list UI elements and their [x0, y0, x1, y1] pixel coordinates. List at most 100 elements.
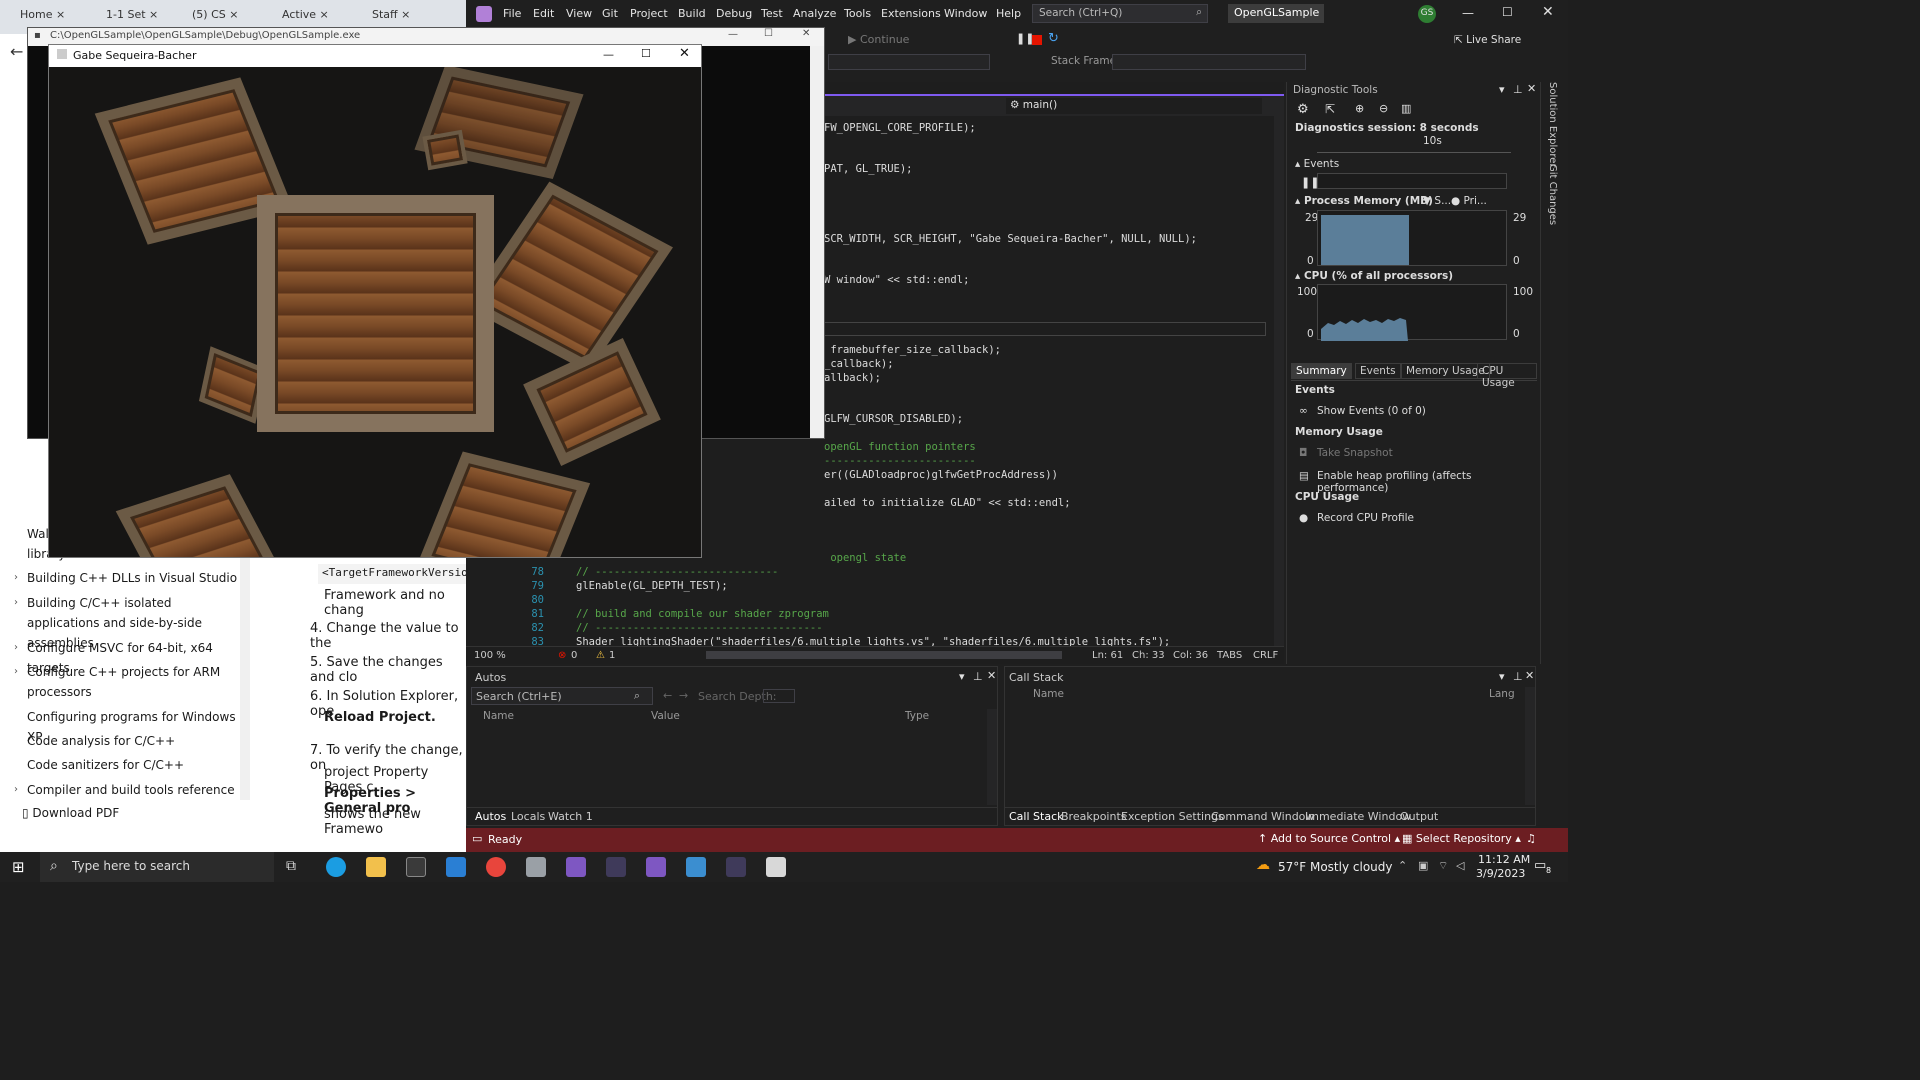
menu-window[interactable]: Window: [944, 7, 987, 20]
menu-tools[interactable]: Tools: [844, 7, 871, 20]
tab-autos[interactable]: Autos: [475, 810, 506, 823]
select-repository-button[interactable]: ▦ Select Repository ▴: [1402, 832, 1521, 845]
column-type[interactable]: Type: [905, 710, 929, 722]
store-icon[interactable]: [406, 857, 426, 877]
console-app-icon-2[interactable]: [726, 857, 746, 877]
user-avatar[interactable]: GS: [1418, 5, 1436, 23]
column-value[interactable]: Value: [651, 710, 680, 722]
code-line[interactable]: ailed to initialize GLAD" << std::endl;: [824, 497, 1071, 511]
code-line[interactable]: allback);: [824, 372, 881, 386]
code-line[interactable]: // -----------------------------: [576, 566, 778, 580]
tab-command-window[interactable]: Command Window: [1211, 810, 1314, 823]
pin-icon[interactable]: ⊥: [1513, 83, 1523, 96]
live-share-button[interactable]: ⇱ Live Share: [1454, 34, 1521, 46]
opengl-render-canvas[interactable]: [49, 67, 701, 557]
mail-icon[interactable]: [446, 857, 466, 877]
photos-icon[interactable]: [686, 857, 706, 877]
close-icon[interactable]: ✕: [1527, 82, 1536, 95]
take-snapshot-button[interactable]: Take Snapshot: [1317, 447, 1393, 459]
zoom-out-icon[interactable]: ⊖: [1379, 102, 1388, 115]
volume-icon[interactable]: ◁: [1456, 859, 1464, 872]
tab-breakpoints[interactable]: Breakpoints: [1061, 810, 1127, 823]
show-events-link[interactable]: Show Events (0 of 0): [1317, 405, 1426, 417]
git-changes-tab[interactable]: Git Changes: [1547, 164, 1558, 225]
menu-view[interactable]: View: [566, 7, 592, 20]
tab-output[interactable]: Output: [1400, 810, 1438, 823]
close-icon[interactable]: ✕: [1542, 4, 1554, 20]
code-line[interactable]: // ------------------------------------: [576, 622, 823, 636]
code-line[interactable]: // build and compile our shader zprogram: [576, 608, 829, 622]
close-icon[interactable]: ✕: [987, 669, 996, 682]
zoom-in-icon[interactable]: ⊕: [1355, 102, 1364, 115]
notification-center-icon[interactable]: ▭: [1534, 858, 1546, 873]
column-name[interactable]: Name: [483, 710, 514, 722]
editor-vscroll[interactable]: [1274, 116, 1284, 646]
cpu-graph[interactable]: [1317, 284, 1507, 341]
notification-bell-icon[interactable]: ♫: [1526, 832, 1536, 845]
toc-item-compiler-ref[interactable]: › Compiler and build tools reference: [14, 780, 246, 800]
toc-item-arm[interactable]: › Configure C++ projects for ARM processo…: [14, 662, 246, 702]
menu-project[interactable]: Project: [630, 7, 668, 20]
menu-file[interactable]: File: [503, 7, 521, 20]
menu-edit[interactable]: Edit: [533, 7, 554, 20]
code-line[interactable]: er((GLADloadproc)glfwGetProcAddress)): [824, 469, 1058, 483]
clock-date[interactable]: 3/9/2023: [1476, 867, 1525, 880]
menu-help[interactable]: Help: [996, 7, 1021, 20]
export-icon[interactable]: ⇱: [1325, 102, 1335, 116]
code-line[interactable]: FW_OPENGL_CORE_PROFILE);: [824, 122, 976, 136]
minimize-icon[interactable]: —: [728, 29, 738, 40]
menu-extensions[interactable]: Extensions: [881, 7, 941, 20]
code-line[interactable]: W window" << std::endl;: [824, 274, 969, 288]
panel-menu-icon[interactable]: ▾: [1499, 670, 1505, 683]
function-dropdown[interactable]: ⚙ main(): [1006, 98, 1262, 114]
column-name[interactable]: Name: [1033, 688, 1064, 700]
notepad-icon[interactable]: [526, 857, 546, 877]
forward-arrow-icon[interactable]: →: [679, 689, 688, 702]
opengl-app-icon[interactable]: [766, 857, 786, 877]
code-line[interactable]: GLFW_CURSOR_DISABLED);: [824, 413, 963, 427]
tab-immediate-window[interactable]: Immediate Window: [1305, 810, 1411, 823]
tab-summary[interactable]: Summary: [1291, 363, 1352, 379]
back-arrow-icon[interactable]: ←: [663, 689, 672, 702]
memory-graph[interactable]: [1317, 210, 1507, 266]
back-arrow-icon[interactable]: ←: [10, 42, 23, 61]
minimize-icon[interactable]: —: [603, 48, 614, 61]
download-pdf-link[interactable]: ▯ Download PDF: [22, 806, 119, 820]
indent-mode[interactable]: TABS: [1217, 650, 1242, 661]
visual-studio-icon[interactable]: [566, 857, 586, 877]
vs-search-box[interactable]: Search (Ctrl+Q) ⌕: [1032, 4, 1208, 23]
code-line[interactable]: opengl state: [824, 552, 906, 566]
taskbar-search[interactable]: ⌕ Type here to search: [40, 852, 274, 882]
source-control-button[interactable]: ↑ Add to Source Control ▴: [1258, 832, 1400, 845]
maximize-icon[interactable]: ☐: [764, 28, 773, 39]
tab-exception-settings[interactable]: Exception Settings: [1121, 810, 1224, 823]
tab-cpu-usage[interactable]: CPU Usage: [1477, 363, 1537, 389]
tab-locals[interactable]: Locals: [511, 810, 545, 823]
timeline-ruler[interactable]: [1317, 137, 1511, 153]
toc-item-building-dlls[interactable]: › Building C++ DLLs in Visual Studio: [14, 568, 246, 588]
tab-watch[interactable]: Watch 1: [548, 810, 593, 823]
toc-item-code-analysis[interactable]: Code analysis for C/C++: [14, 731, 246, 751]
pin-icon[interactable]: ⊥: [973, 670, 983, 683]
maximize-icon[interactable]: ☐: [641, 47, 651, 60]
chart-icon[interactable]: ▥: [1401, 102, 1411, 115]
menu-analyze[interactable]: Analyze: [793, 7, 836, 20]
code-line[interactable]: ------------------------: [824, 455, 976, 469]
panel-menu-icon[interactable]: ▾: [1499, 83, 1505, 96]
stack-frame-dropdown[interactable]: [1112, 54, 1306, 70]
close-icon[interactable]: ✕: [802, 28, 810, 39]
toc-item-sanitizers[interactable]: Code sanitizers for C/C++: [14, 755, 246, 775]
code-line[interactable]: SCR_WIDTH, SCR_HEIGHT, "Gabe Sequeira-Ba…: [824, 233, 1197, 247]
continue-button[interactable]: ▶ Continue: [848, 33, 909, 46]
console-scrollbar[interactable]: [810, 46, 824, 438]
maximize-icon[interactable]: ☐: [1502, 5, 1513, 19]
console-app-icon[interactable]: [606, 857, 626, 877]
pin-icon[interactable]: ⊥: [1513, 670, 1523, 683]
zoom-level[interactable]: 100 %: [474, 650, 506, 661]
column-lang[interactable]: Lang: [1489, 688, 1515, 700]
chrome-icon[interactable]: [486, 857, 506, 877]
settings-gear-icon[interactable]: ⚙: [1297, 102, 1309, 117]
callstack-scrollbar[interactable]: [1525, 687, 1535, 805]
autos-search-box[interactable]: Search (Ctrl+E) ⌕: [471, 687, 653, 705]
weather-text[interactable]: 57°F Mostly cloudy: [1278, 860, 1393, 874]
